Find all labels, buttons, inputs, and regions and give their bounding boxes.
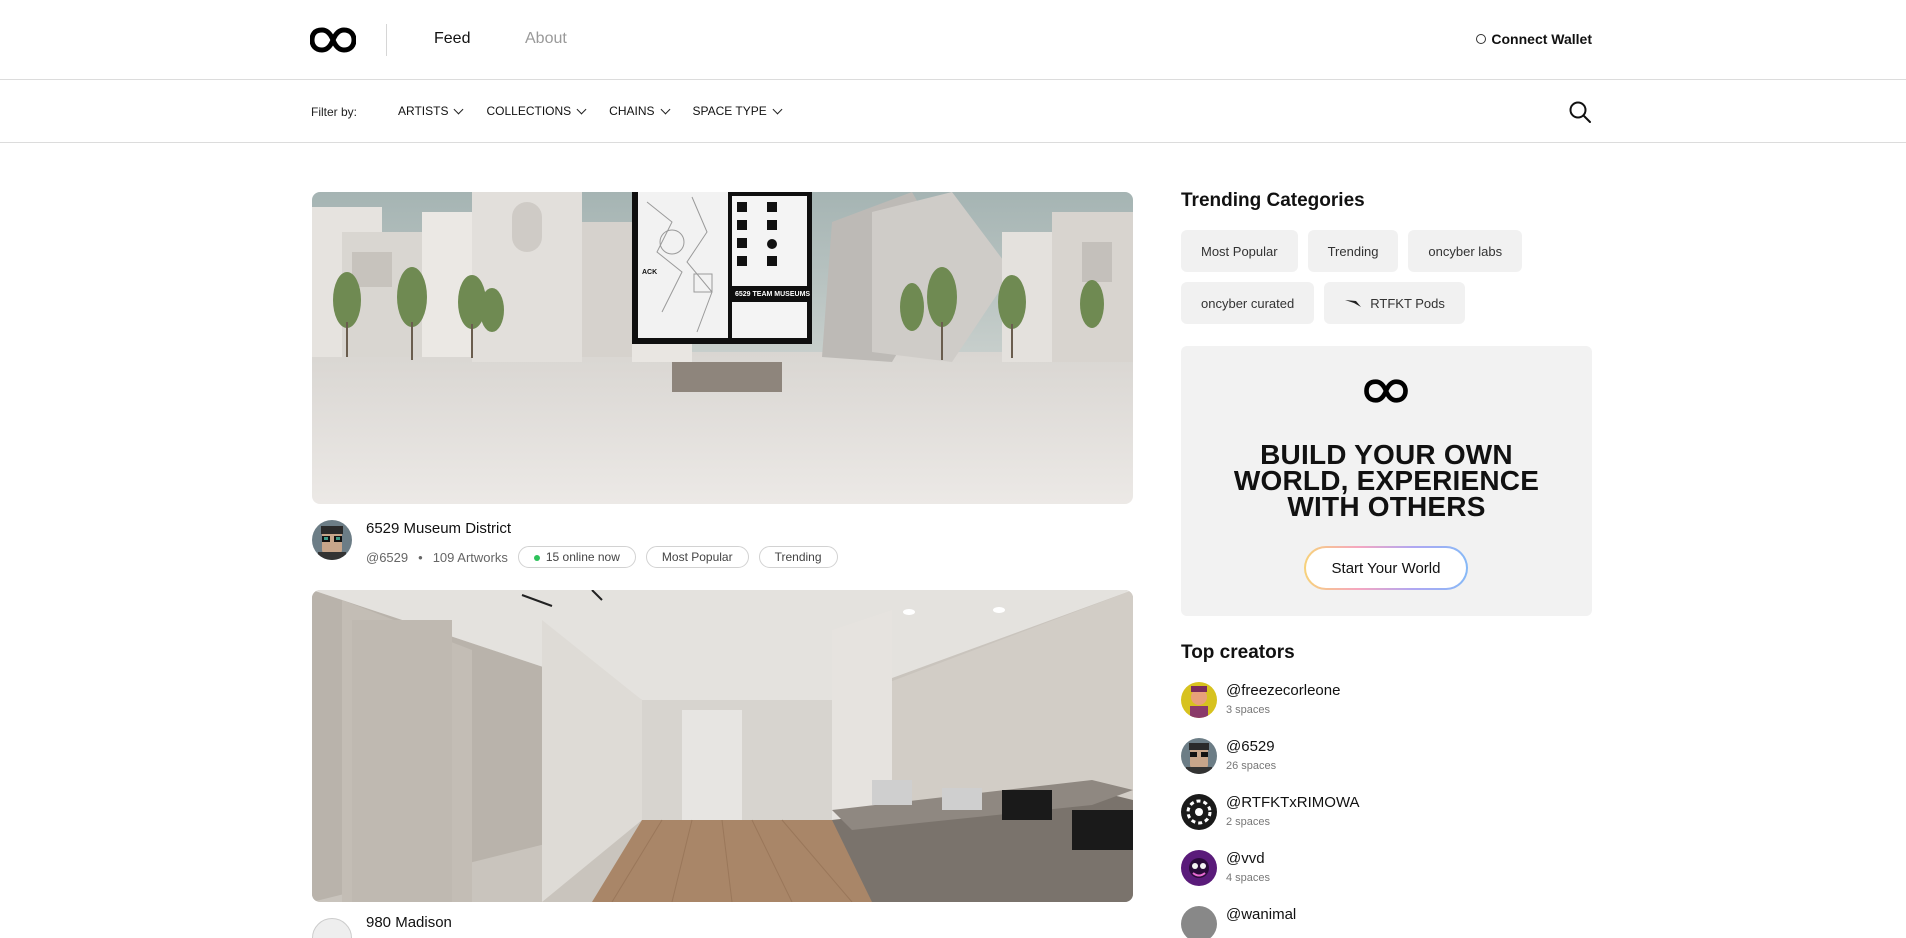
filter-space-type-label: SPACE TYPE [692,104,767,118]
filter-collections-dropdown[interactable]: COLLECTIONS [486,104,587,118]
tag-trending[interactable]: Trending [758,546,838,568]
build-world-promo: BUILD YOUR OWN WORLD, EXPERIENCE WITH OT… [1181,346,1592,616]
creator-spaces: 2 spaces [1226,816,1271,828]
top-nav: Feed About Connect Wallet [0,0,1906,80]
creator-name[interactable]: @freezecorleone [1226,682,1340,699]
online-now-label: 15 online now [545,550,620,564]
space-thumbnail[interactable] [312,590,1133,902]
connect-wallet-label: Connect Wallet [1491,31,1592,47]
space-title[interactable]: 980 Madison [366,914,452,931]
creator-item[interactable]: @6529 26 spaces [1181,738,1592,794]
category-oncyber-labs[interactable]: oncyber labs [1408,230,1523,272]
category-most-popular[interactable]: Most Popular [1181,230,1298,272]
category-list: Most Popular Trending oncyber labs oncyb… [1181,230,1592,324]
space-card-meta: 980 Madison [312,902,1133,938]
madison-gallery-scene [312,590,1133,902]
creator-item[interactable]: @RTFKTxRIMOWA 2 spaces [1181,794,1592,850]
creator-name[interactable]: @vvd [1226,850,1265,867]
online-status-icon [533,554,540,561]
category-trending[interactable]: Trending [1307,230,1399,272]
creator-spaces: 3 spaces [1226,704,1271,716]
museum-district-scene: 6529 TEAM MUSEUMS ACK [312,192,1133,504]
filter-collections-label: COLLECTIONS [486,104,572,118]
creator-item[interactable]: @wanimal [1181,906,1592,938]
sidebar: Trending Categories Most Popular Trendin… [1181,190,1592,938]
page: Feed About Connect Wallet Filter by: ART… [0,0,1906,938]
filter-chains-dropdown[interactable]: CHAINS [609,104,670,118]
filter-list: ARTISTS COLLECTIONS CHAINS SPACE TYPE [398,104,783,118]
creator-avatar[interactable] [1181,794,1217,830]
space-card[interactable]: 980 Madison [312,590,1133,938]
tag-most-popular[interactable]: Most Popular [645,546,749,568]
rtfkt-icon [1345,300,1362,307]
category-rtfkt-pods-label: RTFKT Pods [1370,295,1445,311]
creator-item[interactable]: @freezecorleone 3 spaces [1181,682,1592,738]
search-icon[interactable] [1568,100,1592,124]
creator-avatar[interactable] [1181,738,1217,774]
trending-categories-title: Trending Categories [1181,190,1365,211]
promo-heading-line: WITH OTHERS [1287,491,1486,522]
creator-item[interactable]: @vvd 4 spaces [1181,850,1592,906]
promo-heading: BUILD YOUR OWN WORLD, EXPERIENCE WITH OT… [1181,441,1592,522]
nav-feed-link[interactable]: Feed [434,30,470,48]
separator-dot: • [418,549,423,565]
creator-avatar[interactable] [1181,850,1217,886]
creator-list: @freezecorleone 3 spaces @6529 26 spaces… [1181,682,1592,938]
creator-avatar[interactable] [1181,682,1217,718]
filter-chains-label: CHAINS [609,104,655,118]
creator-name[interactable]: @6529 [1226,738,1275,755]
filter-space-type-dropdown[interactable]: SPACE TYPE [692,104,783,118]
space-subinfo: @6529 • 109 Artworks 15 online now Most … [366,546,838,568]
connect-wallet-button[interactable]: Connect Wallet [1476,31,1592,47]
top-creators-title: Top creators [1181,642,1295,663]
category-oncyber-curated[interactable]: oncyber curated [1181,282,1315,324]
creator-name[interactable]: @wanimal [1226,906,1296,923]
filter-label: Filter by: [311,105,358,119]
space-thumbnail[interactable]: 6529 TEAM MUSEUMS ACK [312,192,1133,504]
space-card[interactable]: 6529 TEAM MUSEUMS ACK 6529 Museum Distri [312,192,1133,568]
nav-divider [386,24,387,56]
space-handle[interactable]: @6529 [366,550,408,565]
creator-spaces: 26 spaces [1226,760,1277,772]
nav-about-link[interactable]: About [525,30,567,48]
filter-artists-dropdown[interactable]: ARTISTS [398,104,464,118]
filter-artists-label: ARTISTS [398,104,449,118]
category-rtfkt-pods[interactable]: RTFKT Pods [1324,282,1465,324]
chevron-down-icon [772,104,783,114]
oncyber-logo-icon[interactable] [310,26,356,54]
start-your-world-button[interactable]: Start Your World [1304,546,1468,590]
space-title[interactable]: 6529 Museum District [366,520,511,537]
billboard-label: ACK [642,269,657,276]
artworks-count: 109 Artworks [432,549,508,565]
creator-spaces: 4 spaces [1226,872,1271,884]
chevron-down-icon [576,104,587,114]
oncyber-logo-icon [1364,379,1408,403]
online-now-badge: 15 online now [517,546,636,568]
creator-avatar[interactable] [312,918,352,938]
creator-avatar[interactable] [312,520,352,560]
wallet-circle-icon [1476,34,1487,44]
creator-name[interactable]: @RTFKTxRIMOWA [1226,794,1360,811]
filter-bar: Filter by: ARTISTS COLLECTIONS CHAINS SP… [0,80,1906,143]
creator-avatar[interactable] [1181,906,1217,938]
chevron-down-icon [660,104,670,114]
space-card-meta: 6529 Museum District @6529 • 109 Artwork… [312,504,1133,568]
billboard-heading: 6529 TEAM MUSEUMS [735,291,810,298]
chevron-down-icon [454,104,464,114]
